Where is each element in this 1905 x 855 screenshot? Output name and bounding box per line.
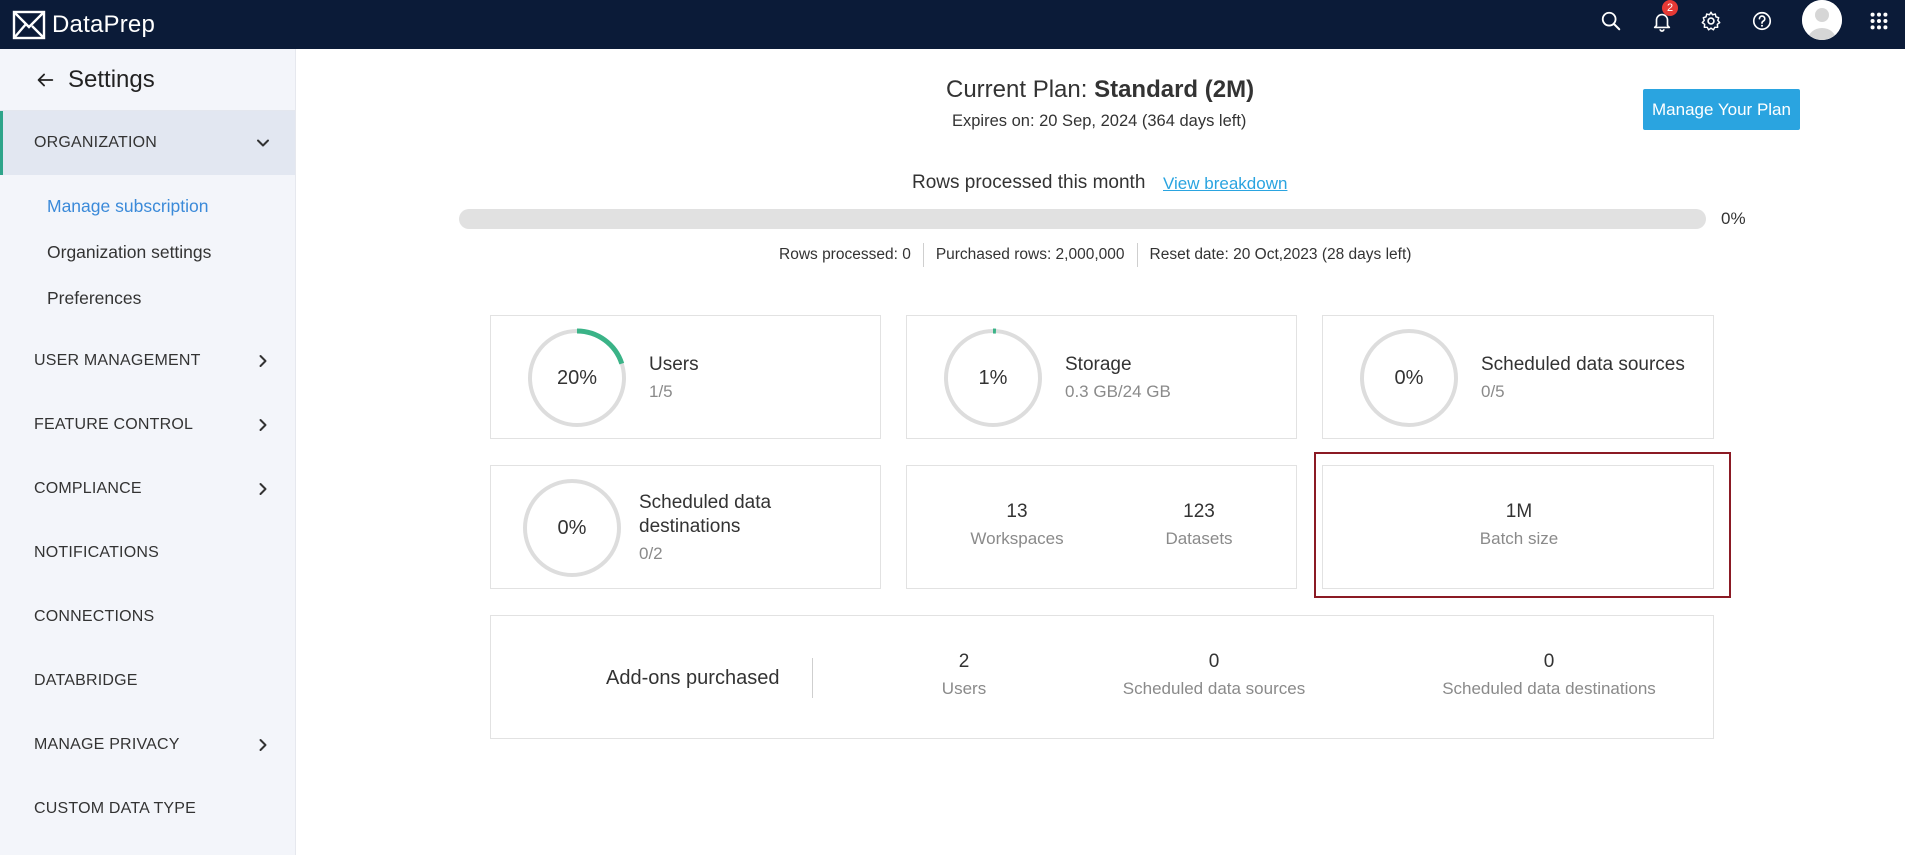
batch-size-label: Batch size: [1479, 529, 1559, 548]
chevron-down-icon: [257, 139, 269, 147]
view-breakdown-link[interactable]: View breakdown: [1163, 174, 1287, 194]
addon-users-count: 2: [958, 651, 970, 672]
settings-back-header[interactable]: Settings: [0, 49, 295, 111]
sidebar-section-label: DATABRIDGE: [34, 672, 138, 689]
subscription-panel: Current Plan: Standard (2M) Expires on: …: [297, 49, 1905, 855]
sidebar-section-label: MANAGE PRIVACY: [34, 736, 180, 753]
addon-destinations-label: Scheduled data destinations: [1442, 679, 1656, 698]
scheduled-destinations-percent: 0%: [557, 516, 587, 539]
rows-progress-bar: [459, 209, 1706, 229]
help-icon[interactable]: [1749, 8, 1775, 34]
sidebar-section-connections[interactable]: CONNECTIONS: [0, 585, 295, 649]
plan-expiry: Expires on: 20 Sep, 2024 (364 days left): [952, 112, 1247, 130]
chevron-right-icon: [259, 355, 267, 367]
addon-sources-count: 0: [1208, 651, 1220, 672]
scheduled-destinations-title-line2: destinations: [639, 516, 741, 537]
current-plan-name: Standard (2M): [1094, 76, 1255, 103]
scheduled-sources-card-title: Scheduled data sources: [1481, 354, 1685, 375]
batch-size-value: 1M: [1505, 501, 1533, 522]
users-percent: 20%: [556, 366, 598, 389]
chevron-right-icon: [259, 419, 267, 431]
sidebar-section-user-management[interactable]: USER MANAGEMENT: [0, 329, 295, 393]
sidebar-section-manage-privacy[interactable]: MANAGE PRIVACY: [0, 713, 295, 777]
sidebar-section-label: COMPLIANCE: [34, 480, 142, 497]
sidebar-section-custom-data-type[interactable]: CUSTOM DATA TYPE: [0, 777, 295, 841]
workspaces-datasets-card: 13 Workspaces 123 Datasets: [906, 465, 1297, 589]
scheduled-sources-card-value: 0/5: [1481, 382, 1505, 401]
purchased-rows-value: Purchased rows: 2,000,000: [922, 243, 1137, 267]
settings-sidebar: Settings ORGANIZATION Manage subscriptio…: [0, 49, 296, 855]
sidebar-section-label: NOTIFICATIONS: [34, 544, 159, 561]
users-card-value: 1/5: [649, 382, 673, 401]
workspaces-count: 13: [1006, 501, 1028, 522]
sidebar-section-notifications[interactable]: NOTIFICATIONS: [0, 521, 295, 585]
rows-processed-value: Rows processed: 0: [779, 246, 911, 263]
search-icon[interactable]: [1598, 8, 1624, 34]
rows-progress-percent: 0%: [1721, 209, 1746, 228]
scheduled-sources-card: 0% Scheduled data sources 0/5: [1322, 315, 1714, 439]
user-avatar-icon: [1802, 0, 1842, 40]
avatar[interactable]: [1802, 0, 1846, 40]
storage-card: 1% Storage 0.3 GB/24 GB: [906, 315, 1297, 439]
scheduled-destinations-card-title: Scheduled data destinations: [639, 491, 771, 539]
sidebar-section-organization[interactable]: ORGANIZATION: [0, 111, 295, 175]
addons-card: Add-ons purchased 2 Users 0 Scheduled da…: [490, 615, 1714, 739]
sidebar-section-feature-control[interactable]: FEATURE CONTROL: [0, 393, 295, 457]
dataprep-logo-icon: [12, 10, 46, 39]
workspaces-label: Workspaces: [970, 529, 1064, 548]
rows-processed-label: Rows processed this month: [912, 172, 1146, 193]
gear-icon[interactable]: [1698, 8, 1724, 34]
app-name: DataPrep: [52, 10, 155, 38]
scheduled-destinations-card: 0% Scheduled data destinations 0/2: [490, 465, 881, 589]
chevron-right-icon: [259, 483, 267, 495]
notification-count-badge: 2: [1662, 0, 1678, 16]
sidebar-section-label: USER MANAGEMENT: [34, 352, 201, 369]
scheduled-destinations-card-value: 0/2: [639, 544, 663, 563]
storage-card-value: 0.3 GB/24 GB: [1065, 382, 1171, 401]
storage-card-title: Storage: [1065, 354, 1132, 375]
apps-grid-icon[interactable]: [1866, 8, 1892, 34]
manage-plan-button[interactable]: Manage Your Plan: [1643, 89, 1800, 130]
app-brand[interactable]: DataPrep: [12, 10, 155, 40]
sidebar-section-label: CONNECTIONS: [34, 608, 155, 625]
sidebar-section-label: FEATURE CONTROL: [34, 416, 194, 433]
addon-users-label: Users: [941, 679, 987, 698]
scheduled-sources-percent: 0%: [1394, 366, 1424, 389]
storage-percent: 1%: [978, 366, 1008, 389]
addon-sources-label: Scheduled data sources: [1122, 679, 1306, 698]
chevron-right-icon: [259, 739, 267, 751]
datasets-label: Datasets: [1165, 529, 1233, 548]
sidebar-item-organization-settings[interactable]: Organization settings: [0, 229, 295, 275]
top-bar: DataPrep 2: [0, 0, 1905, 49]
addon-destinations-count: 0: [1543, 651, 1555, 672]
users-card-title: Users: [649, 354, 699, 375]
batch-size-card: 1M Batch size: [1322, 465, 1714, 589]
addons-divider: [812, 658, 813, 698]
settings-title: Settings: [68, 65, 155, 93]
addons-title: Add-ons purchased: [606, 667, 780, 689]
sidebar-item-preferences[interactable]: Preferences: [0, 275, 295, 321]
current-plan-title: Current Plan: Standard (2M): [946, 76, 1254, 104]
datasets-count: 123: [1183, 501, 1215, 522]
sidebar-section-label: ORGANIZATION: [34, 134, 157, 151]
current-plan-prefix: Current Plan:: [946, 76, 1095, 103]
sidebar-section-compliance[interactable]: COMPLIANCE: [0, 457, 295, 521]
reset-date-value: Reset date: 20 Oct,2023 (28 days left): [1136, 243, 1424, 267]
sidebar-item-manage-subscription[interactable]: Manage subscription: [0, 183, 295, 229]
users-card: 20% Users 1/5: [490, 315, 881, 439]
back-arrow-icon: [37, 73, 54, 86]
scheduled-destinations-title-line1: Scheduled data: [639, 492, 772, 513]
sidebar-section-databridge[interactable]: DATABRIDGE: [0, 649, 295, 713]
sidebar-section-label: CUSTOM DATA TYPE: [34, 800, 197, 817]
